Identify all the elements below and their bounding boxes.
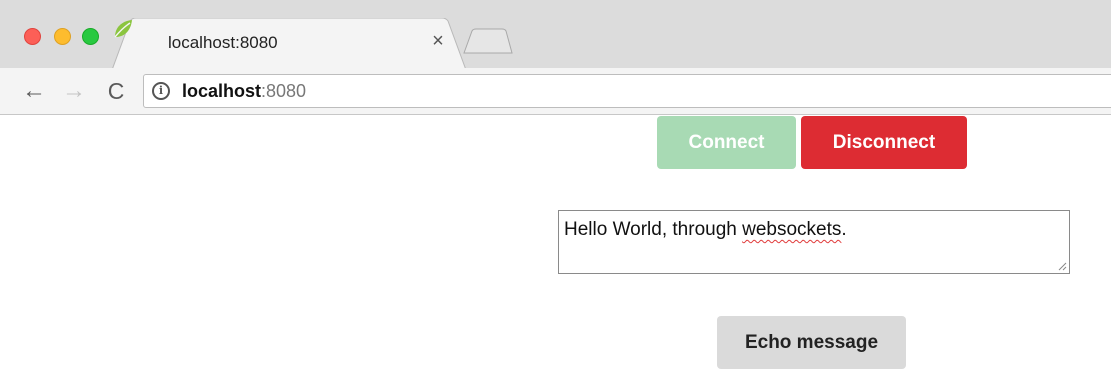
message-prefix: Hello World, through <box>564 219 743 240</box>
browser-toolbar: ← → C i localhost:8080 <box>0 68 1111 115</box>
tab-close-icon[interactable]: × <box>428 30 448 53</box>
connect-button[interactable]: Connect <box>657 116 796 169</box>
tab-localhost[interactable]: localhost:8080 × <box>112 18 468 70</box>
address-bar[interactable]: i localhost:8080 <box>143 74 1111 108</box>
spring-leaf-icon <box>114 20 132 38</box>
message-textarea[interactable]: Hello World, through websockets. <box>558 210 1070 274</box>
message-text: Hello World, through websockets. <box>564 219 847 241</box>
info-icon[interactable]: i <box>152 82 170 100</box>
url-host: localhost <box>182 81 262 101</box>
url-port: :8080 <box>261 81 307 101</box>
browser-titlebar: localhost:8080 × <box>0 0 1111 70</box>
echo-message-button[interactable]: Echo message <box>717 316 906 369</box>
tab-title: localhost:8080 <box>168 33 278 52</box>
message-suffix: . <box>841 219 847 240</box>
tab-shape <box>112 18 467 70</box>
forward-arrow-icon[interactable]: → <box>60 76 88 106</box>
misspelled-word: websockets <box>742 219 842 240</box>
back-arrow-icon[interactable]: ← <box>20 76 48 106</box>
new-tab-button[interactable] <box>462 28 514 54</box>
resize-handle-icon[interactable] <box>1057 261 1067 271</box>
reload-icon[interactable]: C <box>102 76 130 106</box>
disconnect-button[interactable]: Disconnect <box>801 116 967 169</box>
maximize-window-button[interactable] <box>82 28 99 45</box>
close-window-button[interactable] <box>24 28 41 45</box>
minimize-window-button[interactable] <box>54 28 71 45</box>
address-url[interactable]: localhost:8080 <box>182 81 306 102</box>
